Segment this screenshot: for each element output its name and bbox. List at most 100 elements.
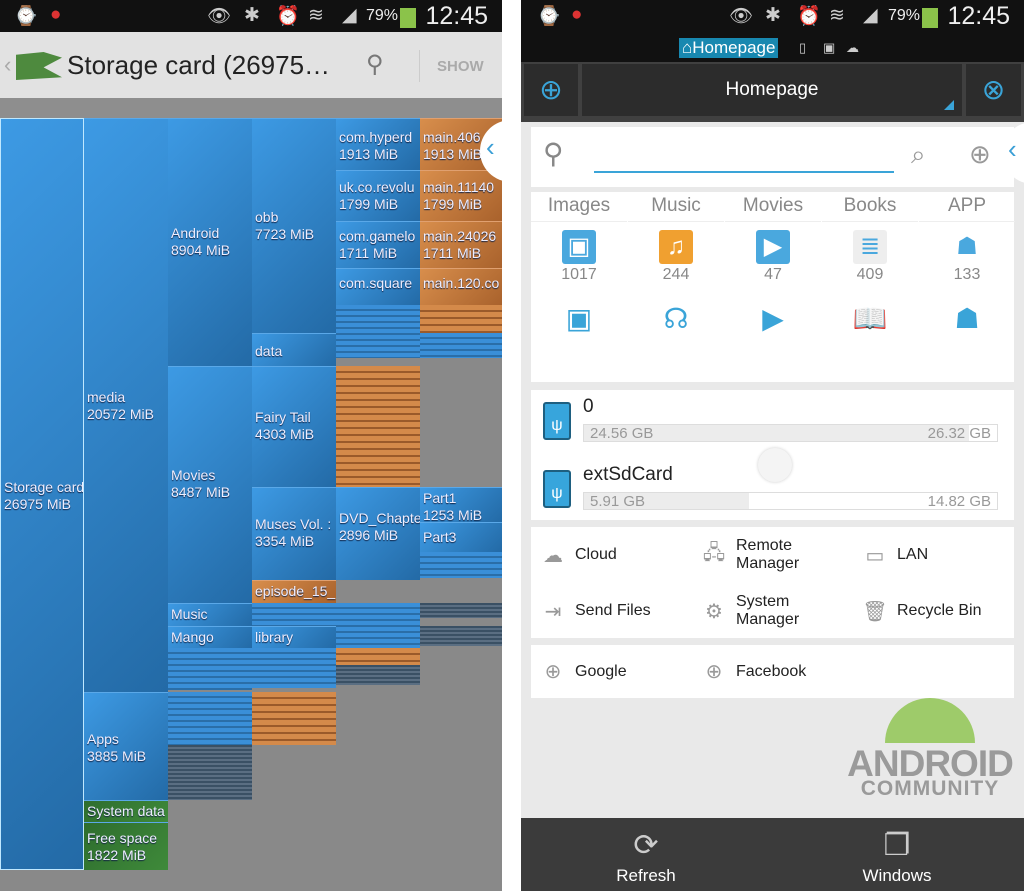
tool-label: Recycle Bin xyxy=(897,602,982,619)
web-video-icon[interactable]: ▶ xyxy=(725,302,821,335)
treemap-node-muses[interactable]: Muses Vol. :3354 MiB xyxy=(252,487,336,580)
node-label: System data xyxy=(87,803,165,819)
treemap-node-com-square[interactable]: com.square xyxy=(336,268,420,305)
bottom-bar: ⟳ Refresh ❐ Windows xyxy=(521,818,1024,891)
refresh-button[interactable]: ⟳ Refresh xyxy=(546,818,746,886)
search-input[interactable] xyxy=(594,141,894,173)
category-images[interactable]: Images ▣ 1017 ▣ xyxy=(531,192,627,335)
category-count: 409 xyxy=(856,266,884,283)
node-size: 1822 MiB xyxy=(87,847,147,863)
treemap-small-nodes xyxy=(252,692,336,745)
watermark-line2: COMMUNITY xyxy=(860,777,1000,800)
category-music[interactable]: Music ♫ 244 ☊ xyxy=(628,192,724,335)
treemap-small-nodes xyxy=(336,665,420,685)
treemap-node-main-120[interactable]: main.120.co xyxy=(420,268,502,305)
treemap-node-movies[interactable]: Movies 8487 MiB xyxy=(168,366,252,603)
node-size: 1711 MiB xyxy=(423,245,482,261)
node-size: 1253 MiB xyxy=(423,507,483,522)
web-search-icon[interactable]: ⊕ xyxy=(969,139,991,170)
treemap-small-nodes xyxy=(420,626,502,646)
treemap-node-library[interactable]: library xyxy=(252,626,336,648)
treemap-node-uk-co-revolu[interactable]: uk.co.revolu 1799 MiB xyxy=(336,170,420,221)
category-books[interactable]: Books ≣ 409 📖 xyxy=(822,192,918,335)
headphones-icon[interactable]: ☊ xyxy=(628,302,724,335)
sd-card-icon: ψ xyxy=(543,402,571,440)
cloud-icon: ☁ xyxy=(543,544,563,567)
bookmark-facebook[interactable]: ⊕ Facebook xyxy=(692,645,852,698)
settings-icon: ⚙ xyxy=(705,600,723,623)
treemap-node-main-11140[interactable]: main.11140 1799 MiB xyxy=(420,170,502,221)
treemap-node-com-gamelo[interactable]: com.gamelo 1711 MiB xyxy=(336,221,420,268)
volume-internal[interactable]: ψ 0 24.56 GB 26.32 GB xyxy=(531,390,1014,454)
treemap-node-main-24026[interactable]: main.24026 1711 MiB xyxy=(420,221,502,268)
tool-recycle-bin[interactable]: 🗑 Recycle Bin xyxy=(853,583,1013,639)
bookmark-google[interactable]: ⊕ Google xyxy=(531,645,691,698)
treemap-node-part3[interactable]: Part3 xyxy=(420,522,502,552)
node-label: Apps xyxy=(87,731,119,747)
treemap-node-com-hyperd[interactable]: com.hyperd 1913 MiB xyxy=(336,118,420,170)
sd-card-app-logo[interactable] xyxy=(16,52,62,80)
network-device-button[interactable]: ⊕ xyxy=(524,64,578,116)
back-chevron-icon[interactable]: ‹ xyxy=(4,52,11,78)
tool-remote-manager[interactable]: 🖧 Remote Manager xyxy=(692,527,852,583)
node-size: 1913 MiB xyxy=(339,146,399,162)
eye-icon: 👁 xyxy=(207,6,232,27)
node-label: media xyxy=(87,389,126,405)
node-label: Music xyxy=(171,606,208,622)
treemap-small-nodes xyxy=(420,603,502,618)
treemap-node-obb[interactable]: obb 7723 MiB xyxy=(252,118,336,333)
treemap-node-android[interactable]: Android 8904 MiB xyxy=(168,118,252,366)
alarm-icon: ⏰ xyxy=(797,6,821,27)
tool-system-manager[interactable]: ⚙ System Manager xyxy=(692,583,852,639)
windows-button[interactable]: ❐ Windows xyxy=(797,818,997,886)
tool-cloud[interactable]: ☁ Cloud xyxy=(531,527,691,583)
web-images-icon[interactable]: ▣ xyxy=(531,302,627,335)
category-label: Images xyxy=(531,192,627,222)
treemap-node-mango[interactable]: Mango xyxy=(168,626,252,648)
phone-icon: ▯ xyxy=(799,40,807,55)
node-label: com.gamelo xyxy=(339,228,416,244)
header-band xyxy=(0,98,502,118)
search-icon[interactable]: ⚲ xyxy=(543,137,564,170)
android-icon: ☗ xyxy=(956,233,978,260)
show-button[interactable]: SHOW xyxy=(437,58,484,75)
page-title: Storage card (26975… xyxy=(67,50,331,80)
node-size: 26975 MiB xyxy=(4,496,71,512)
treemap-node-dvd-chapter[interactable]: DVD_Chapte 2896 MiB xyxy=(336,487,420,580)
node-label: Mango xyxy=(171,629,214,645)
window-selector[interactable]: Homepage xyxy=(582,64,962,116)
open-book-icon[interactable]: 📖 xyxy=(822,302,918,335)
treemap-node-episode[interactable]: episode_15_ xyxy=(252,580,336,603)
treemap-small-nodes xyxy=(336,366,420,487)
window-toolbar: ⊕ Homepage ⊗ xyxy=(521,62,1024,122)
search-icon[interactable]: ⚲ xyxy=(366,50,384,79)
trash-icon: 🗑 xyxy=(862,600,888,623)
treemap-node-storage-card[interactable]: Storage card 26975 MiB xyxy=(0,118,84,870)
treemap-node-data[interactable]: data xyxy=(252,333,336,366)
category-movies[interactable]: Movies ▶ 47 ▶ xyxy=(725,192,821,335)
device-search-icon[interactable]: ⌕ xyxy=(911,139,926,171)
android-web-icon[interactable]: ☗ xyxy=(919,302,1015,335)
wifi-icon: ≋ xyxy=(829,5,845,26)
status-bar: ⌚ ● 👁 ✱ ⏰ ≋ ◢ 79% 12:45 xyxy=(0,0,502,32)
total-space: 26.32 GB xyxy=(927,425,991,442)
close-window-button[interactable]: ⊗ xyxy=(966,64,1021,116)
category-label: Books xyxy=(822,192,918,222)
tool-send-files[interactable]: ⇥ Send Files xyxy=(531,583,691,639)
category-app[interactable]: APP ☗ 133 ☗ xyxy=(919,192,1015,335)
treemap-node-free-space[interactable]: Free space 1822 MiB xyxy=(84,822,168,870)
tool-label: Send Files xyxy=(575,602,651,619)
homepage-notification[interactable]: ⌂Homepage xyxy=(679,38,779,58)
treemap-node-part1[interactable]: Part1 1253 MiB xyxy=(420,487,502,522)
category-count: 133 xyxy=(953,266,981,283)
treemap-node-media[interactable]: media 20572 MiB xyxy=(84,118,168,692)
tool-lan[interactable]: ▭ LAN xyxy=(853,527,1013,583)
treemap-node-system-data[interactable]: System data xyxy=(84,800,168,822)
node-size: 1799 MiB xyxy=(339,196,399,212)
treemap-node-fairy-tail[interactable]: Fairy Tail 4303 MiB xyxy=(252,366,336,487)
treemap-node-music[interactable]: Music xyxy=(168,603,252,626)
smartwatch-icon: ⌚ xyxy=(537,6,561,27)
treemap-node-apps[interactable]: Apps 3885 MiB xyxy=(84,692,168,800)
node-label: Android xyxy=(171,225,220,241)
book-icon: ≣ xyxy=(853,230,887,264)
